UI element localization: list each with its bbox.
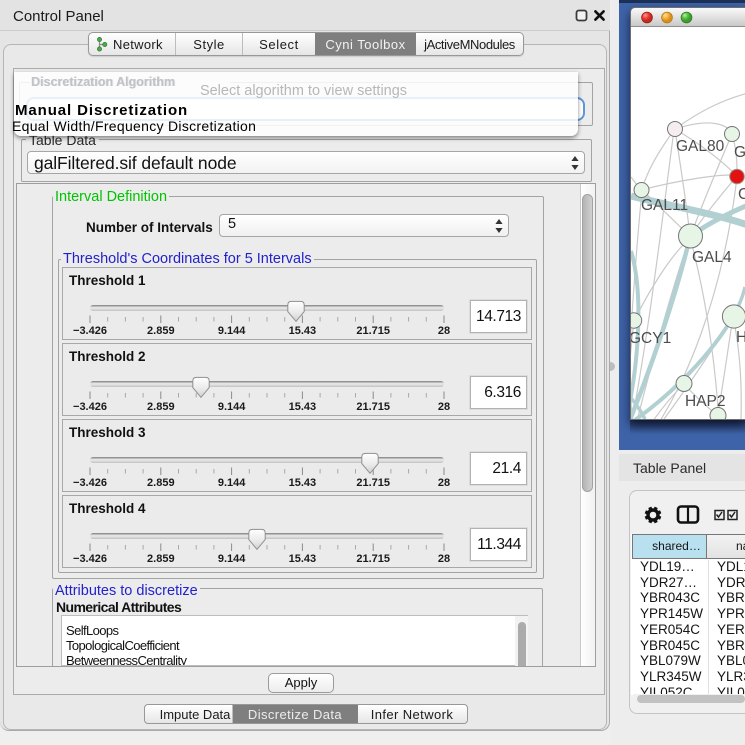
svg-text:HAP2: HAP2 (685, 393, 726, 410)
svg-text:GAL11: GAL11 (641, 197, 688, 214)
svg-text:GA: GA (734, 144, 745, 161)
svg-text:GAL4: GAL4 (692, 249, 732, 266)
svg-text:C: C (738, 186, 745, 203)
svg-text:GCY1: GCY1 (631, 330, 671, 347)
svg-text:H: H (736, 329, 745, 346)
svg-text:GAL80: GAL80 (676, 138, 725, 155)
